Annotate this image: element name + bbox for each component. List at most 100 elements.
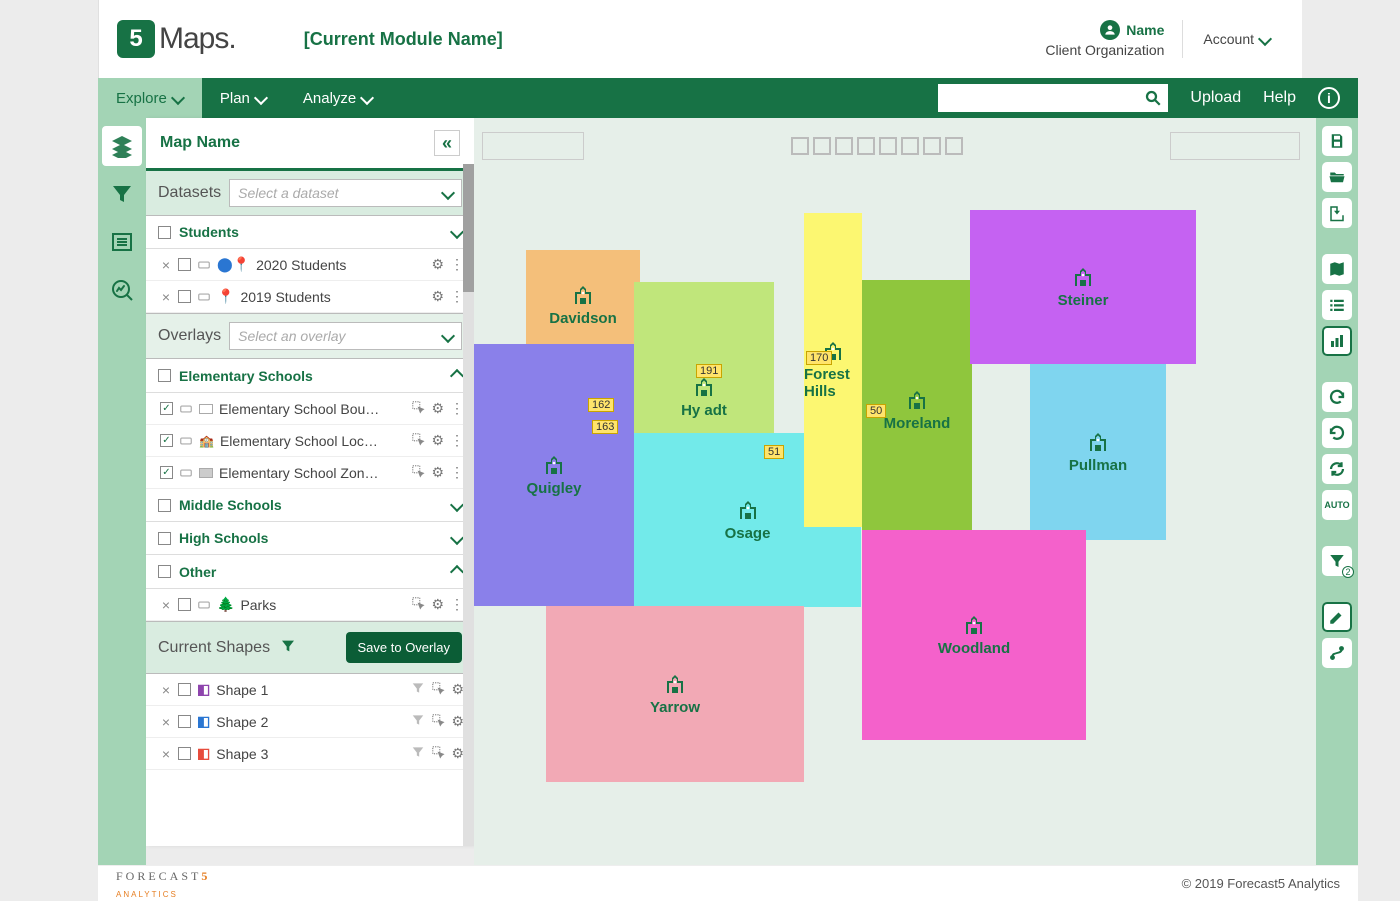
checkbox[interactable] <box>158 226 171 239</box>
auto-button[interactable]: AUTO <box>1322 490 1352 520</box>
district-zone[interactable]: Woodland <box>862 530 1086 740</box>
checkbox[interactable] <box>178 715 191 728</box>
select-tool-icon[interactable] <box>431 713 445 730</box>
nav-analyze[interactable]: Analyze <box>285 78 391 118</box>
district-zone[interactable]: Moreland50 <box>862 280 972 540</box>
more-icon[interactable]: ⋮ <box>450 256 464 273</box>
remove-button[interactable]: × <box>160 682 172 698</box>
refresh-icon[interactable] <box>1322 454 1352 484</box>
remove-button[interactable]: × <box>160 289 172 305</box>
remove-button[interactable]: × <box>160 257 172 273</box>
rail-layers-button[interactable] <box>102 126 142 166</box>
checkbox[interactable] <box>178 258 191 271</box>
overlay-select[interactable]: Select an overlay <box>229 322 462 350</box>
dataset-select[interactable]: Select a dataset <box>229 179 462 207</box>
count-chip: 163 <box>592 420 618 434</box>
nav-plan[interactable]: Plan <box>202 78 285 118</box>
select-tool-icon[interactable] <box>431 681 445 698</box>
district-zone[interactable]: Steiner <box>970 210 1196 364</box>
checkbox[interactable] <box>158 369 171 382</box>
checkbox[interactable] <box>158 499 171 512</box>
toolbar-x[interactable] <box>835 137 853 155</box>
edit-pencil-icon[interactable] <box>1322 602 1352 632</box>
list-view-icon[interactable] <box>1322 290 1352 320</box>
group-high[interactable]: High Schools <box>146 522 474 555</box>
more-icon[interactable]: ⋮ <box>450 288 464 305</box>
toolbar-x[interactable] <box>813 137 831 155</box>
search-input[interactable] <box>938 90 1138 106</box>
filter-badge-icon[interactable]: 2 <box>1322 546 1352 576</box>
map-view-icon[interactable] <box>1322 254 1352 284</box>
checkbox[interactable] <box>178 747 191 760</box>
gear-icon[interactable]: ⚙ <box>431 400 444 417</box>
toolbar-x[interactable] <box>879 137 897 155</box>
group-elementary[interactable]: Elementary Schools <box>146 359 474 393</box>
account-menu[interactable]: Account <box>1203 31 1282 47</box>
search-button[interactable] <box>1138 84 1168 112</box>
select-tool-icon[interactable] <box>411 400 425 417</box>
gear-icon[interactable]: ⚙ <box>431 288 444 305</box>
more-icon[interactable]: ⋮ <box>450 400 464 417</box>
checkbox[interactable] <box>178 290 191 303</box>
district-zone[interactable]: Quigley <box>474 344 634 606</box>
rail-analytics-button[interactable] <box>102 270 142 310</box>
more-icon[interactable]: ⋮ <box>450 432 464 449</box>
folder-open-icon[interactable] <box>1322 162 1352 192</box>
redo-icon[interactable] <box>1322 418 1352 448</box>
nav-upload[interactable]: Upload <box>1190 89 1241 107</box>
checkbox[interactable] <box>160 466 173 479</box>
group-other[interactable]: Other <box>146 555 474 589</box>
district-zone[interactable]: Pullman <box>1030 364 1166 540</box>
save-overlay-button[interactable]: Save to Overlay <box>346 632 463 663</box>
group-students[interactable]: Students <box>146 216 474 249</box>
info-icon[interactable]: i <box>1318 87 1340 109</box>
gear-icon[interactable]: ⚙ <box>431 432 444 449</box>
checkbox[interactable] <box>160 434 173 447</box>
chart-view-icon[interactable] <box>1322 326 1352 356</box>
toolbar-x[interactable] <box>923 137 941 155</box>
toolbar-box-right[interactable] <box>1170 132 1300 160</box>
select-tool-icon[interactable] <box>411 596 425 613</box>
panel-collapse-button[interactable] <box>434 130 460 156</box>
select-tool-icon[interactable] <box>411 432 425 449</box>
nav-help[interactable]: Help <box>1263 89 1296 107</box>
filter-icon[interactable] <box>411 713 425 730</box>
export-icon[interactable] <box>1322 198 1352 228</box>
toolbar-x[interactable] <box>901 137 919 155</box>
checkbox[interactable] <box>158 565 171 578</box>
route-icon[interactable] <box>1322 638 1352 668</box>
toolbar-x[interactable] <box>857 137 875 155</box>
checkbox[interactable] <box>158 532 171 545</box>
undo-icon[interactable] <box>1322 382 1352 412</box>
app-logo: 5 Maps. <box>99 20 254 58</box>
checkbox[interactable] <box>178 683 191 696</box>
toolbar-box-left[interactable] <box>482 132 584 160</box>
district-zone[interactable]: Forest Hills170 <box>804 213 862 527</box>
checkbox[interactable] <box>160 402 173 415</box>
remove-button[interactable]: × <box>160 597 172 613</box>
select-tool-icon[interactable] <box>431 745 445 762</box>
filter-icon[interactable] <box>280 638 296 657</box>
more-icon[interactable]: ⋮ <box>450 596 464 613</box>
more-icon[interactable]: ⋮ <box>450 464 464 481</box>
map-canvas[interactable]: DavidsonQuigleyHy adt191Osage51Forest Hi… <box>474 118 1358 865</box>
group-middle[interactable]: Middle Schools <box>146 489 474 522</box>
checkbox[interactable] <box>178 598 191 611</box>
filter-icon[interactable] <box>411 681 425 698</box>
shape-item: × ◧ Shape 3 ⚙ <box>146 738 474 770</box>
panel-scrollbar[interactable] <box>463 164 474 846</box>
rail-filter-button[interactable] <box>102 174 142 214</box>
nav-explore[interactable]: Explore <box>98 78 202 118</box>
remove-button[interactable]: × <box>160 714 172 730</box>
rail-list-button[interactable] <box>102 222 142 262</box>
gear-icon[interactable]: ⚙ <box>431 256 444 273</box>
district-zone[interactable]: Yarrow <box>546 606 804 782</box>
toolbar-x[interactable] <box>945 137 963 155</box>
select-tool-icon[interactable] <box>411 464 425 481</box>
toolbar-x[interactable] <box>791 137 809 155</box>
filter-icon[interactable] <box>411 745 425 762</box>
gear-icon[interactable]: ⚙ <box>431 596 444 613</box>
gear-icon[interactable]: ⚙ <box>431 464 444 481</box>
save-icon[interactable] <box>1322 126 1352 156</box>
remove-button[interactable]: × <box>160 746 172 762</box>
